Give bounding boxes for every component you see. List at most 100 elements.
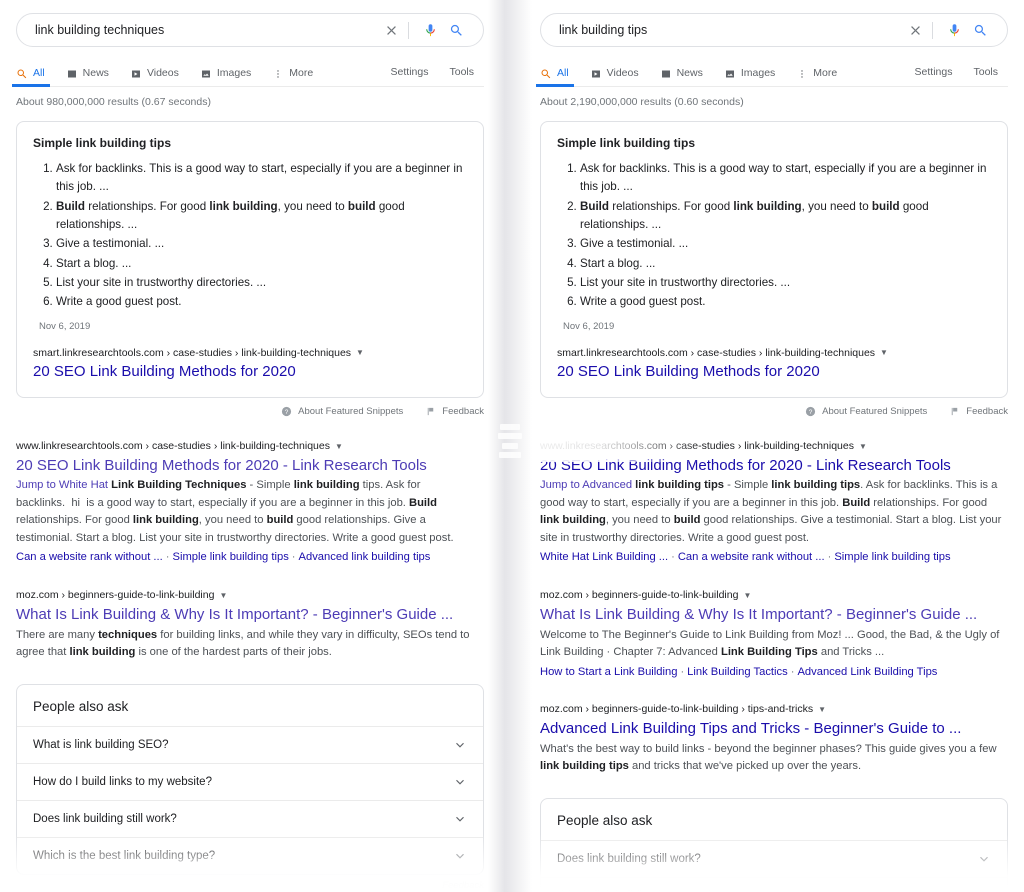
clear-search-icon[interactable] [902,17,928,43]
paa-question-label: What is link building SEO? [33,738,169,751]
chevron-down-icon[interactable]: ▼ [859,441,867,452]
search-submit-icon[interactable] [967,17,993,43]
tools-link[interactable]: Tools [973,66,998,78]
result-title[interactable]: What Is Link Building & Why Is It Import… [16,605,484,625]
result-snippet: What's the best way to build links - bey… [540,742,997,773]
paa-question[interactable]: What is link building SEO? [17,725,483,763]
search-input[interactable] [17,15,378,45]
voice-search-icon[interactable] [941,17,967,43]
search-tabs: All News Videos Images More [12,57,334,87]
search-input[interactable] [541,15,902,45]
chevron-down-icon[interactable]: ▼ [219,590,227,601]
tab-all[interactable]: All [12,57,56,87]
search-result: www.linkresearchtools.com › case-studies… [16,439,484,566]
tab-videos[interactable]: Videos [590,57,650,86]
voice-search-icon[interactable] [417,17,443,43]
result-sitelinks: How to Start a Link Building · Link Buildi… [540,665,938,678]
settings-link[interactable]: Settings [915,66,953,78]
sitelink[interactable]: Link Building Tactics [687,666,788,678]
sitelink[interactable]: Simple link building tips [173,551,289,563]
paa-question-label: How do I build links to my website? [33,775,212,788]
result-url[interactable]: moz.com › beginners-guide-to-link-buildi… [540,588,1008,603]
search-icon [541,69,551,78]
featured-snippet-url[interactable]: smart.linkresearchtools.com › case-studi… [557,347,991,359]
svg-text:?: ? [285,409,289,416]
result-title[interactable]: 20 SEO Link Building Methods for 2020 - … [540,456,1008,476]
more-dots-icon [801,69,803,78]
tab-more[interactable]: More [796,57,848,86]
feedback-link[interactable]: Feedback [949,406,1008,417]
result-title[interactable]: 20 SEO Link Building Methods for 2020 - … [16,456,484,476]
list-item: Ask for backlinks. This is a good way to… [580,160,991,197]
flag-icon [428,407,434,416]
search-bar[interactable] [540,13,1008,47]
sitelink[interactable]: How to Start a Link Building [540,666,677,678]
chevron-down-icon[interactable] [453,812,467,826]
featured-snippet-card: Simple link building tips Ask for backli… [16,121,484,398]
chevron-down-icon[interactable]: ▼ [818,704,826,715]
paa-question[interactable]: Why is link building important? [541,876,1007,892]
list-item: Build relationships. For good link build… [580,198,991,235]
paa-question[interactable]: How do I build links to my website? [17,762,483,800]
search-result: moz.com › beginners-guide-to-link-buildi… [16,588,484,661]
search-nav-right: Settings Tools [915,66,1008,78]
chevron-down-icon[interactable] [453,775,467,789]
url-text: smart.linkresearchtools.com › case-studi… [33,346,352,359]
tab-images[interactable]: Images [724,57,786,86]
chevron-down-icon[interactable] [453,849,467,863]
list-item: Ask for backlinks. This is a good way to… [56,160,467,197]
feedback-link[interactable]: Feedback [425,406,484,417]
sitelink[interactable]: White Hat Link Building ... [540,551,668,563]
tab-news[interactable]: News [660,57,714,86]
tab-news[interactable]: News [66,57,120,86]
people-also-ask: People also ask Does link building still… [540,797,1008,892]
paa-question[interactable]: Does link building still work? [17,799,483,837]
featured-snippet-footer: ? About Featured Snippets Feedback [16,406,484,417]
tab-videos[interactable]: Videos [130,57,190,86]
tab-label: All [33,67,45,80]
more-dots-icon [277,69,279,78]
sitelink[interactable]: Simple link building tips [834,551,950,563]
chevron-down-icon[interactable] [977,852,991,866]
clear-search-icon[interactable] [378,17,404,43]
help-icon: ? [282,406,292,417]
result-snippet: Welcome to The Beginner's Guide to Link … [540,628,1000,659]
featured-snippet-title[interactable]: 20 SEO Link Building Methods for 2020 [557,362,991,382]
result-url[interactable]: www.linkresearchtools.com › case-studies… [540,439,1008,454]
chevron-down-icon[interactable]: ▼ [356,348,364,357]
search-submit-icon[interactable] [443,17,469,43]
people-also-ask: People also ask What is link building SE… [16,683,484,875]
search-bar[interactable] [16,13,484,47]
list-item: Start a blog. ... [580,255,991,273]
paa-feedback[interactable]: Feedback [16,880,484,891]
chevron-down-icon[interactable]: ▼ [335,441,343,452]
search-tabs: All Videos News Images More [536,57,858,87]
result-title[interactable]: What Is Link Building & Why Is It Import… [540,605,1008,625]
tab-images[interactable]: Images [200,57,262,86]
sitelink[interactable]: Can a website rank without ... [16,551,163,563]
chevron-down-icon[interactable] [453,738,467,752]
about-featured-snippets[interactable]: ? About Featured Snippets [281,406,403,417]
sitelink[interactable]: Can a website rank without ... [678,551,825,563]
tab-all[interactable]: All [536,57,580,87]
featured-snippet-title[interactable]: 20 SEO Link Building Methods for 2020 [33,362,467,382]
result-stats: About 2,190,000,000 results (0.60 second… [540,96,744,108]
result-url[interactable]: www.linkresearchtools.com › case-studies… [16,439,484,454]
chevron-down-icon[interactable]: ▼ [743,590,751,601]
result-title[interactable]: Advanced Link Building Tips and Tricks -… [540,719,1008,739]
tools-link[interactable]: Tools [449,66,474,78]
sitelink[interactable]: Advanced Link Building Tips [797,666,937,678]
sitelink[interactable]: Advanced link building tips [299,551,431,563]
paa-question[interactable]: Does link building still work? [541,839,1007,877]
featured-snippet-url[interactable]: smart.linkresearchtools.com › case-studi… [33,347,467,359]
settings-link[interactable]: Settings [391,66,429,78]
about-featured-snippets[interactable]: ? About Featured Snippets [805,406,927,417]
tab-more[interactable]: More [272,57,324,86]
serp-panel-left: All News Videos Images More [0,0,500,892]
label: Feedback [442,406,484,417]
result-url[interactable]: moz.com › beginners-guide-to-link-buildi… [16,588,484,603]
chevron-down-icon[interactable]: ▼ [880,348,888,357]
list-item: Start a blog. ... [56,255,467,273]
result-url[interactable]: moz.com › beginners-guide-to-link-buildi… [540,702,1008,717]
paa-question[interactable]: Which is the best link building type? [17,836,483,874]
